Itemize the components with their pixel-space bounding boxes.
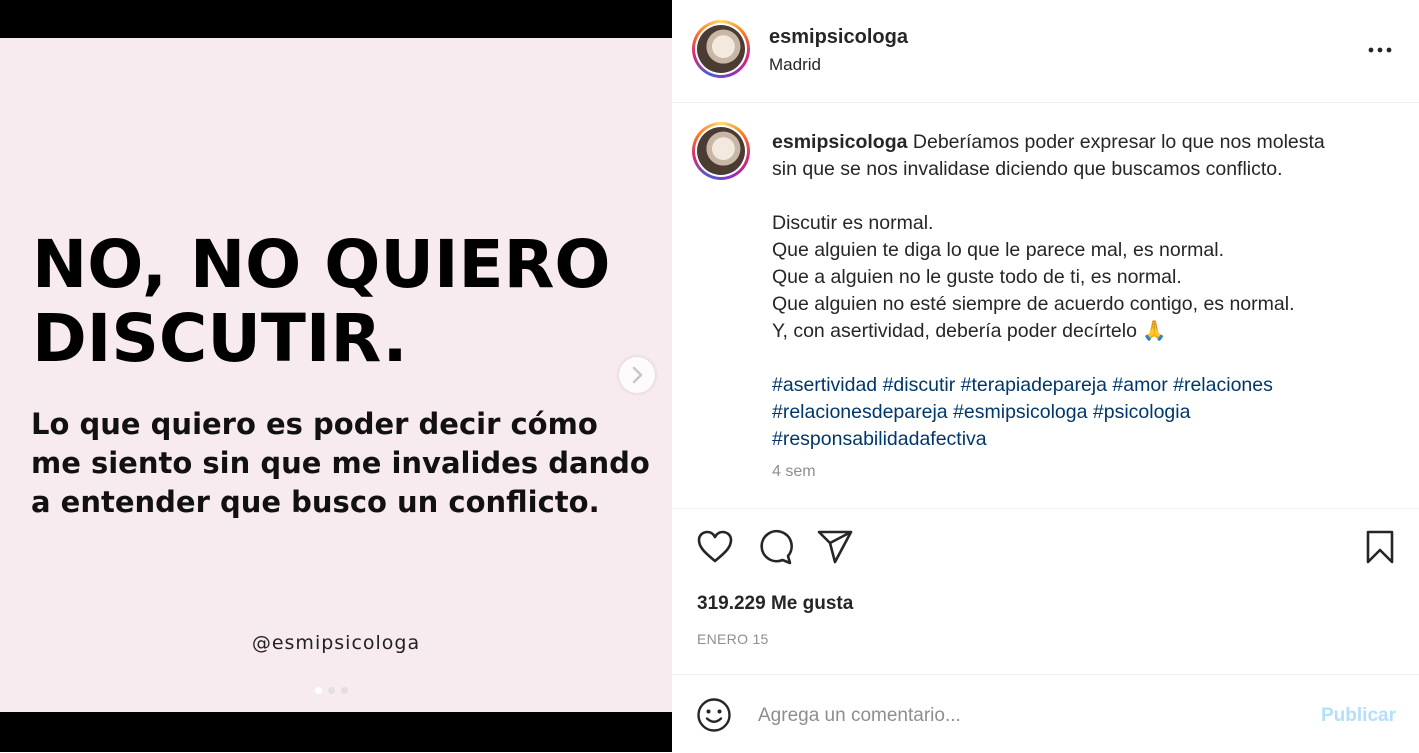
hashtag-link[interactable]: #discutir <box>883 374 956 396</box>
like-button[interactable] <box>696 529 734 570</box>
caption-timestamp[interactable]: 4 sem <box>772 463 816 481</box>
caption-line-4: Que alguien te diga lo que le parece mal… <box>772 239 1225 261</box>
hashtag-line-1: #asertividad #discutir #terapiadepareja … <box>772 372 1372 399</box>
caption-line-5: Que a alguien no le guste todo de ti, es… <box>772 266 1182 288</box>
subline-line-3: a entender que busco un conflicto. <box>31 485 600 519</box>
profile-photo <box>697 25 745 73</box>
caption-line-6: Que alguien no esté siempre de acuerdo c… <box>772 293 1295 315</box>
subline-line-2: me siento sin que me invalides dando <box>31 446 650 480</box>
hashtag-line-3: #responsabilidadafectiva <box>772 426 1372 453</box>
comment-button[interactable] <box>756 529 794 570</box>
post-header: esmipsicologa Madrid <box>672 0 1419 103</box>
hashtag-link[interactable]: #terapiadepareja <box>961 374 1107 396</box>
slide-subline: Lo que quiero es poder decir cómo me sien… <box>31 405 651 522</box>
caption-section: esmipsicologa Deberíamos poder expresar … <box>672 103 1419 509</box>
subline-line-1: Lo que quiero es poder decir cómo <box>31 407 598 441</box>
share-icon <box>817 530 853 564</box>
header-username[interactable]: esmipsicologa <box>769 26 908 49</box>
hashtag-link[interactable]: #relaciones <box>1173 374 1273 396</box>
slide-watermark-handle: @esmipsicologa <box>251 632 421 654</box>
comment-input[interactable] <box>756 697 1300 735</box>
post-media: NO, NO QUIERO DISCUTIR. Lo que quiero es … <box>0 0 672 752</box>
carousel-next-button[interactable] <box>619 357 655 393</box>
comment-bar: Publicar <box>672 674 1419 753</box>
hashtag-link[interactable]: #amor <box>1112 374 1167 396</box>
caption-line-7: Y, con asertividad, debería poder decírt… <box>772 320 1167 342</box>
carousel-dot <box>328 687 335 694</box>
like-count[interactable]: 319.229 Me gusta <box>697 593 853 615</box>
carousel-slide[interactable]: NO, NO QUIERO DISCUTIR. Lo que quiero es … <box>0 38 672 712</box>
more-options-icon <box>1368 47 1392 53</box>
hashtag-link[interactable]: #responsabilidadafectiva <box>772 428 987 450</box>
carousel-dot <box>341 687 348 694</box>
emoji-icon <box>697 698 731 732</box>
profile-photo <box>697 127 745 175</box>
share-button[interactable] <box>816 529 854 570</box>
hashtag-link[interactable]: #asertividad <box>772 374 877 396</box>
caption-line-1: Deberíamos poder expresar lo que nos mol… <box>912 131 1325 153</box>
comment-icon <box>760 529 793 565</box>
post-details-panel: esmipsicologa Madrid esmipsicologa Deber… <box>672 0 1419 752</box>
emoji-button[interactable] <box>696 697 732 738</box>
headline-line-1: NO, NO QUIERO <box>32 226 611 303</box>
avatar[interactable] <box>692 20 750 78</box>
chevron-right-icon <box>632 366 643 384</box>
caption-line-3: Discutir es normal. <box>772 212 934 234</box>
heart-icon <box>697 530 733 563</box>
header-location[interactable]: Madrid <box>769 55 821 75</box>
hashtag-link[interactable]: #esmipsicologa <box>953 401 1087 423</box>
hashtag-line-2: #relacionesdepareja #esmipsicologa #psic… <box>772 399 1372 426</box>
hashtag-link[interactable]: #psicologia <box>1093 401 1191 423</box>
slide-headline: NO, NO QUIERO DISCUTIR. <box>32 228 611 376</box>
carousel-dot-active <box>315 687 322 694</box>
caption-username[interactable]: esmipsicologa <box>772 131 907 153</box>
more-options-button[interactable] <box>1368 40 1394 65</box>
action-bar <box>672 509 1419 587</box>
post-date: ENERO 15 <box>697 631 769 647</box>
caption-avatar[interactable] <box>692 122 750 180</box>
publish-button[interactable]: Publicar <box>1321 705 1396 727</box>
save-button[interactable] <box>1364 529 1396 570</box>
hashtag-link[interactable]: #relacionesdepareja <box>772 401 948 423</box>
carousel-dots <box>315 681 354 699</box>
caption-text: esmipsicologa Deberíamos poder expresar … <box>772 129 1372 453</box>
bookmark-icon <box>1366 530 1394 564</box>
caption-line-2: sin que se nos invalidase diciendo que b… <box>772 158 1283 180</box>
headline-line-2: DISCUTIR. <box>32 300 408 377</box>
